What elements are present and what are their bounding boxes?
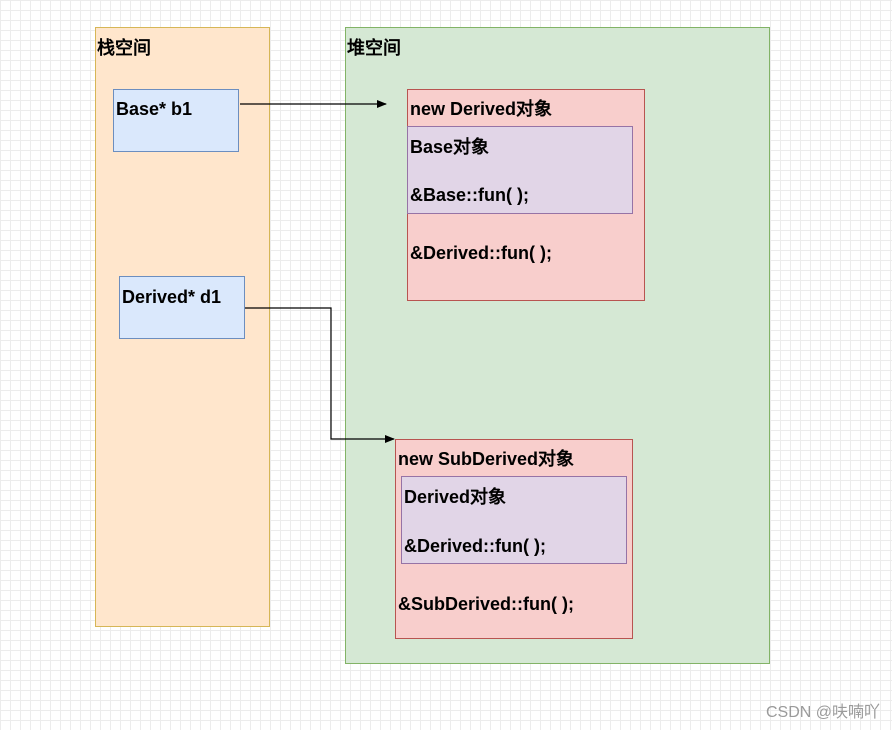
csdn-watermark: CSDN @呋喃吖 <box>765 704 880 721</box>
base-fun-entry: &Base::fun( ); <box>410 185 529 205</box>
pointer-d1-label: Derived* d1 <box>122 287 222 307</box>
derived-object-title: new Derived对象 <box>410 99 553 119</box>
subderived-object-title: new SubDerived对象 <box>398 449 575 469</box>
derived-fun-entry-2: &Derived::fun( ); <box>404 536 546 556</box>
arrow-d1-to-subderived <box>245 307 395 443</box>
derived-fun-entry: &Derived::fun( ); <box>410 243 552 263</box>
base-subobject-title: Base对象 <box>410 137 490 157</box>
stack-space-title: 栈空间 <box>97 38 151 58</box>
derived-subobject-title: Derived对象 <box>404 487 507 507</box>
subderived-fun-entry: &SubDerived::fun( ); <box>398 594 574 614</box>
heap-space-title: 堆空间 <box>347 38 401 58</box>
pointer-b1-label: Base* b1 <box>116 99 193 119</box>
